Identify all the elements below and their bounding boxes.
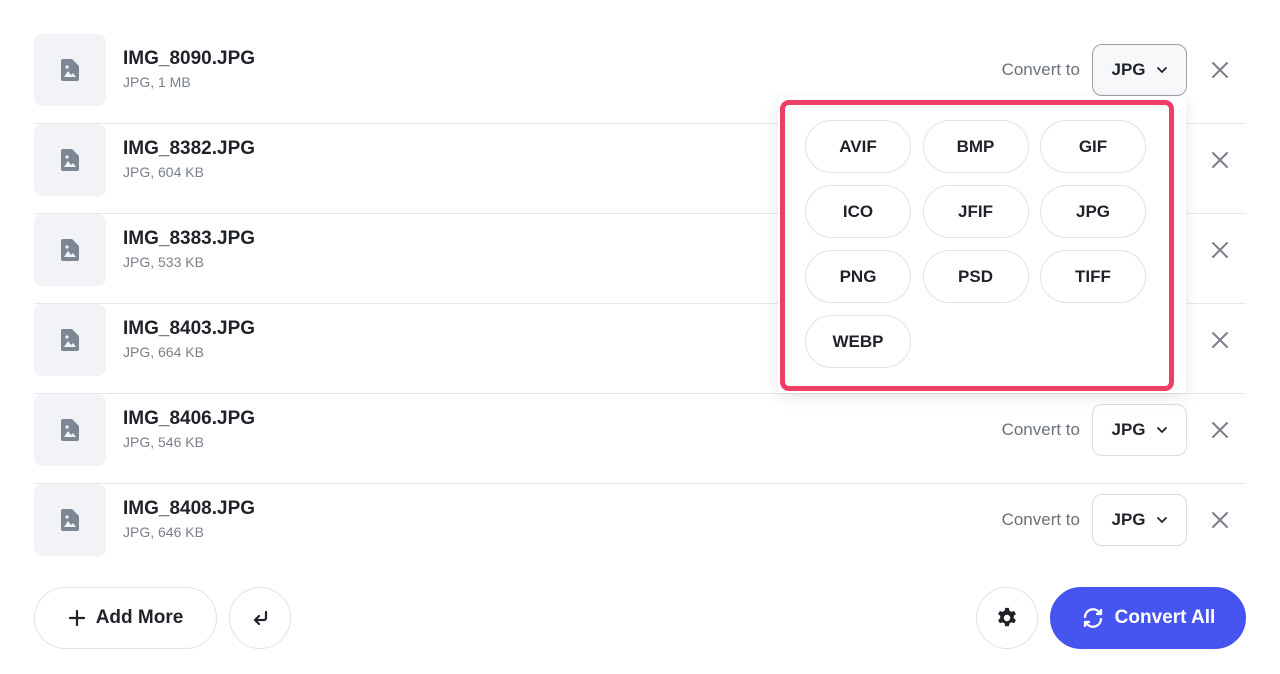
chevron-down-icon <box>1156 426 1167 433</box>
file-thumbnail <box>34 393 106 466</box>
format-option-avif[interactable]: AVIF <box>805 120 911 173</box>
format-select[interactable]: JPG <box>1092 44 1187 96</box>
format-option-webp[interactable]: WEBP <box>805 315 911 368</box>
file-name: IMG_8408.JPG <box>123 497 256 519</box>
format-select[interactable]: JPG <box>1092 493 1187 546</box>
selected-format: JPG <box>1111 419 1146 439</box>
format-option-tiff[interactable]: TIFF <box>1040 250 1146 303</box>
file-thumbnail <box>34 303 106 376</box>
convert-to-label: Convert to <box>1001 419 1080 439</box>
file-name: IMG_8090.JPG <box>123 48 256 69</box>
convert-to-label: Convert to <box>1001 60 1080 79</box>
format-select[interactable]: JPG <box>1092 403 1187 456</box>
file-name: IMG_8383.JPG <box>123 227 256 249</box>
file-thumbnail <box>34 213 106 286</box>
format-option-psd[interactable]: PSD <box>922 250 1029 303</box>
chevron-down-icon <box>1156 516 1167 523</box>
gear-icon <box>998 607 1016 627</box>
selected-format: JPG <box>1111 509 1146 529</box>
file-meta: JPG, 604 KB <box>123 163 204 180</box>
remove-file-button[interactable] <box>1208 148 1232 172</box>
format-option-jfif[interactable]: JFIF <box>922 185 1029 238</box>
convert-to-label: Convert to <box>1001 509 1080 529</box>
image-file-icon <box>61 148 79 171</box>
close-icon <box>1212 331 1228 348</box>
close-icon <box>1212 151 1228 168</box>
image-file-icon <box>61 328 79 351</box>
remove-file-button[interactable] <box>1208 238 1232 262</box>
file-thumbnail <box>34 483 106 556</box>
close-icon <box>1212 62 1228 78</box>
convert-all-button[interactable]: Convert All <box>1050 587 1246 649</box>
format-option-png[interactable]: PNG <box>805 250 911 303</box>
file-meta: JPG, 646 KB <box>123 523 204 540</box>
file-name: IMG_8406.JPG <box>123 407 256 429</box>
file-thumbnail <box>34 123 106 196</box>
close-icon <box>1212 421 1228 438</box>
format-option-jpg[interactable]: JPG <box>1040 185 1146 238</box>
remove-file-button[interactable] <box>1208 418 1232 442</box>
convert-all-label: Convert All <box>1114 607 1216 628</box>
file-row: IMG_8408.JPG JPG, 646 KB Convert to JPG <box>34 483 1246 574</box>
selected-format: JPG <box>1111 60 1146 79</box>
format-option-gif[interactable]: GIF <box>1040 120 1146 173</box>
format-option-ico[interactable]: ICO <box>805 185 911 238</box>
close-icon <box>1212 241 1228 258</box>
remove-file-button[interactable] <box>1208 508 1232 532</box>
refresh-icon <box>1083 608 1102 628</box>
remove-file-button[interactable] <box>1208 58 1232 82</box>
remove-file-button[interactable] <box>1208 328 1232 352</box>
return-icon <box>253 610 268 626</box>
image-file-icon <box>61 59 79 81</box>
settings-button[interactable] <box>976 587 1038 649</box>
image-file-icon <box>61 508 79 531</box>
file-name: IMG_8382.JPG <box>123 137 256 159</box>
file-row: IMG_8406.JPG JPG, 546 KB Convert to JPG <box>34 393 1246 484</box>
image-file-icon <box>61 418 79 441</box>
close-icon <box>1212 511 1228 528</box>
file-meta: JPG, 664 KB <box>123 343 204 360</box>
return-button[interactable] <box>229 587 291 649</box>
file-name: IMG_8403.JPG <box>123 317 256 339</box>
add-more-button[interactable]: Add More <box>34 587 217 649</box>
add-more-label: Add More <box>95 607 184 628</box>
format-dropdown-menu: AVIF BMP GIF ICO JFIF JPG PNG PSD TIFF WEBP <box>778 97 1186 393</box>
image-file-icon <box>61 238 79 261</box>
file-thumbnail <box>34 34 106 106</box>
file-meta: JPG, 546 KB <box>123 433 204 450</box>
plus-icon <box>68 609 85 627</box>
format-option-bmp[interactable]: BMP <box>922 120 1029 173</box>
file-meta: JPG, 533 KB <box>123 253 204 270</box>
file-meta: JPG, 1 MB <box>123 74 191 90</box>
chevron-down-icon <box>1156 67 1167 74</box>
